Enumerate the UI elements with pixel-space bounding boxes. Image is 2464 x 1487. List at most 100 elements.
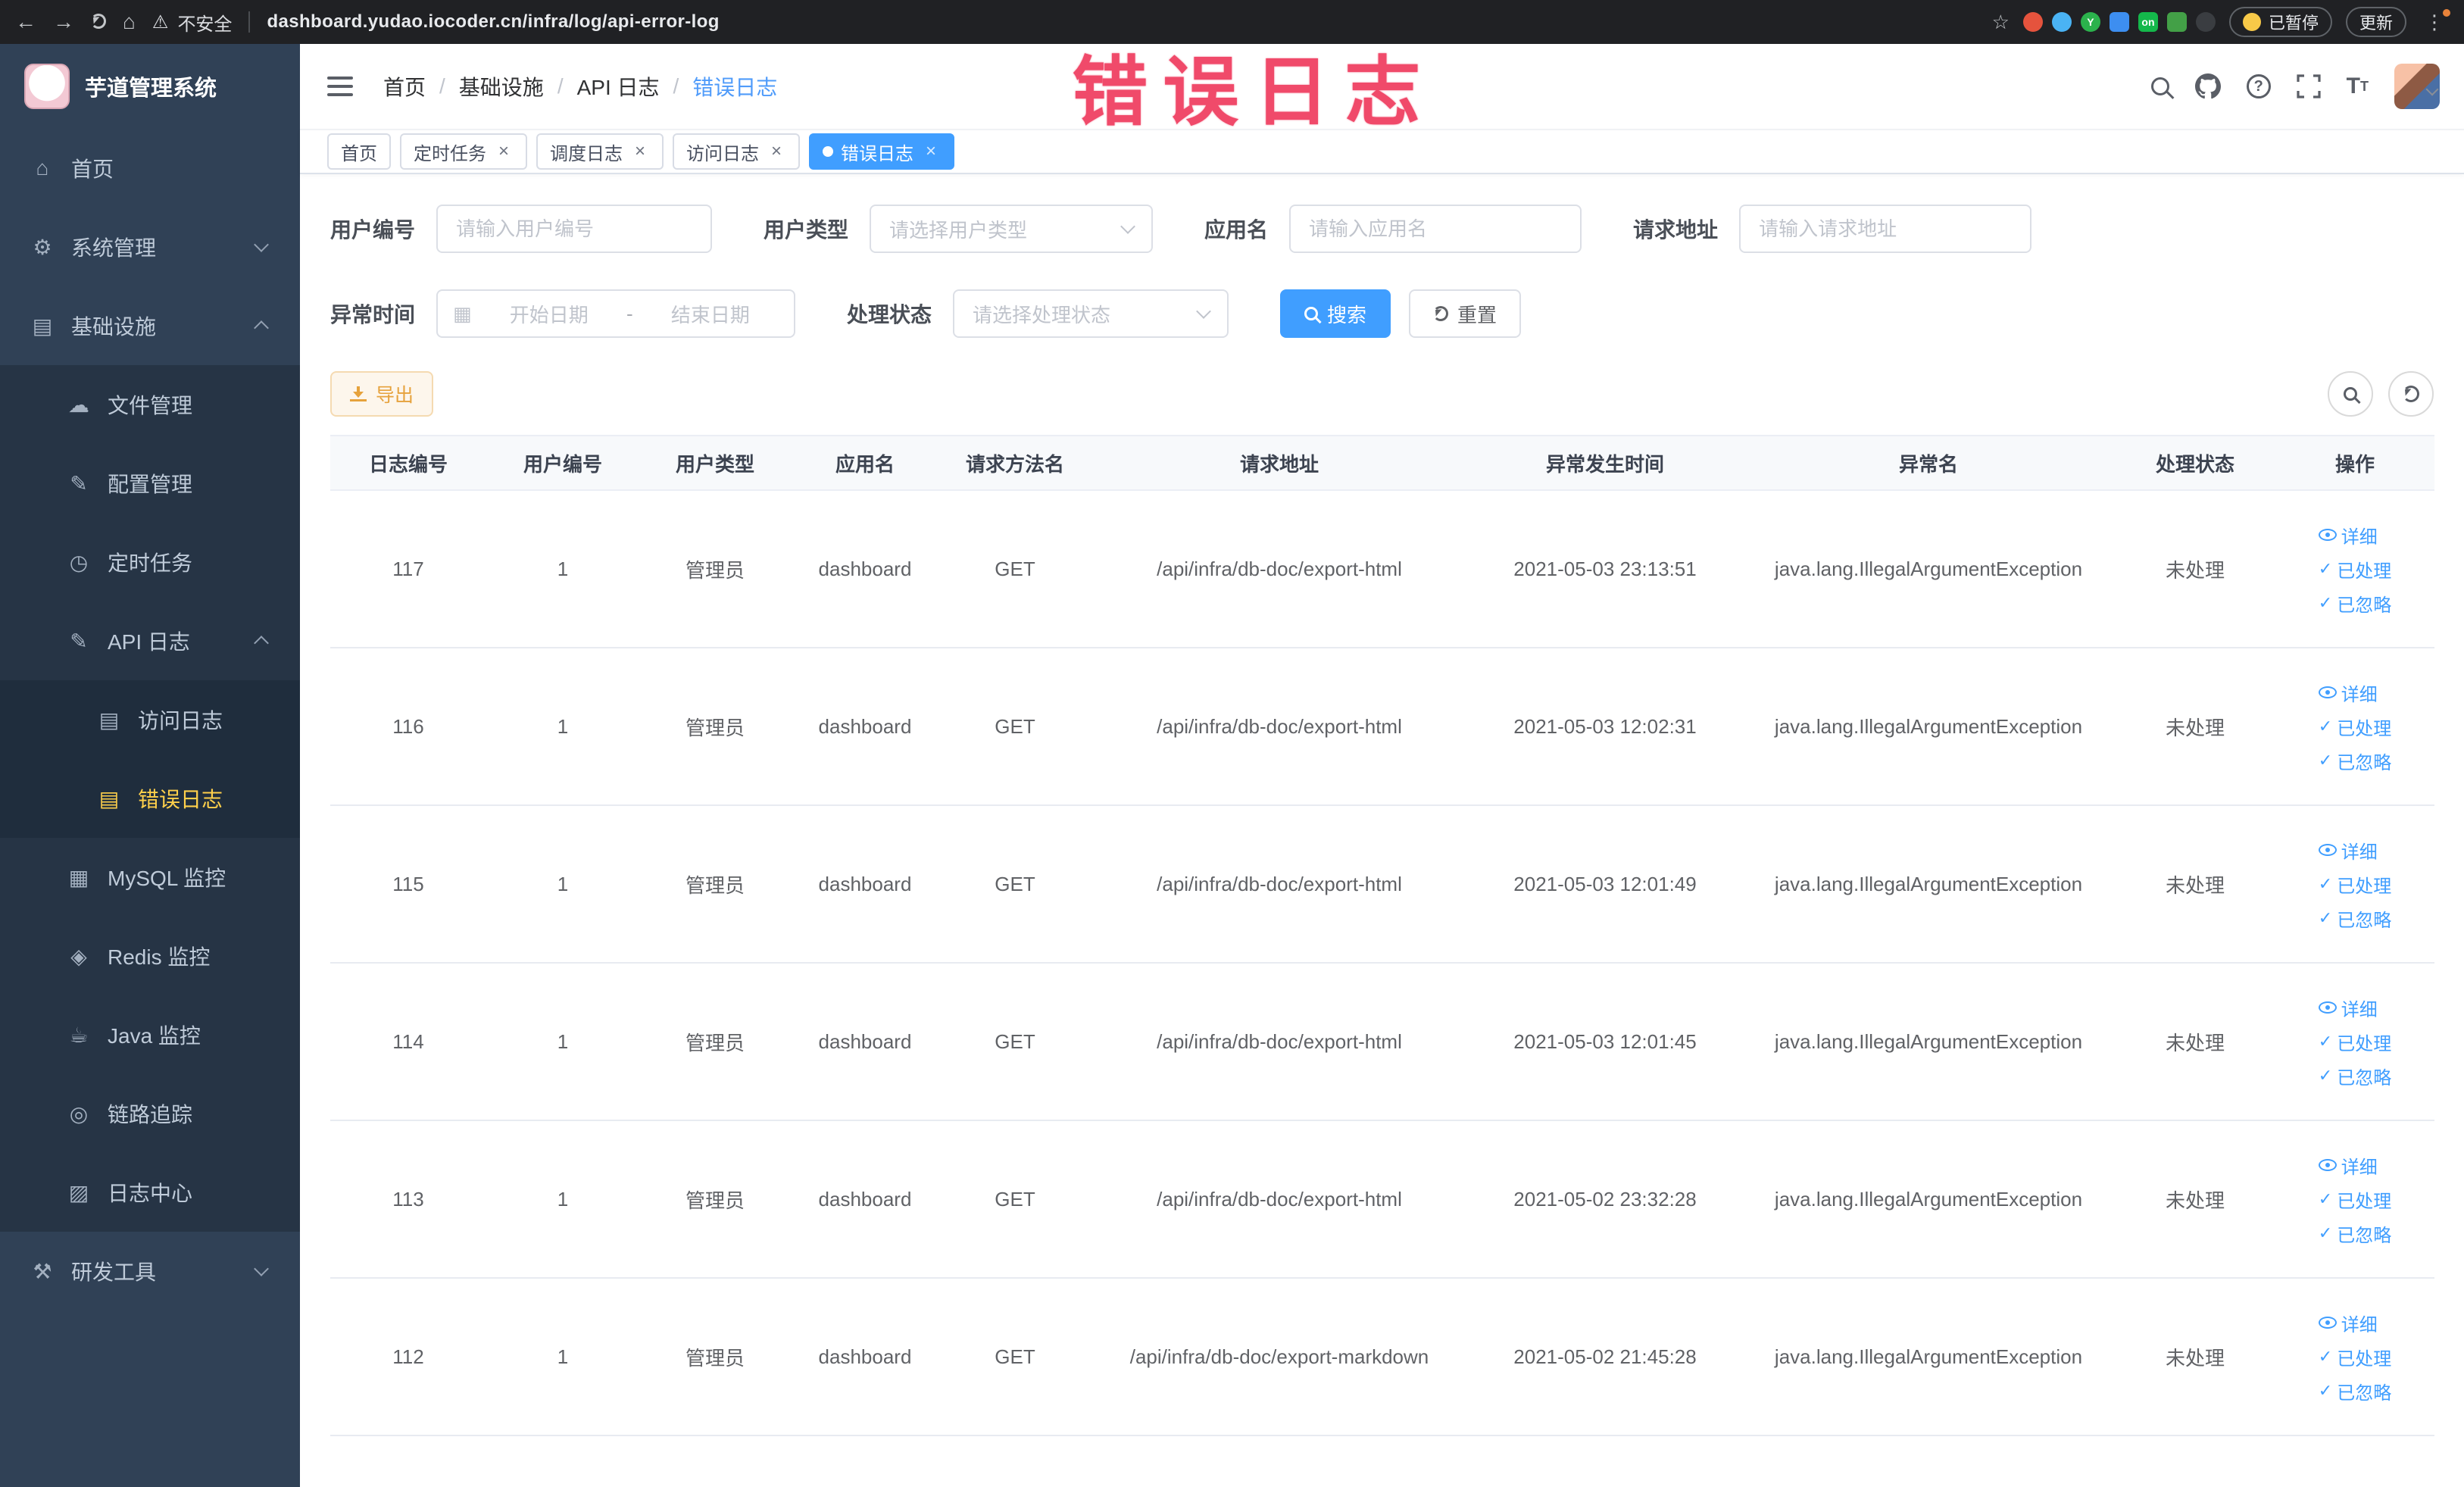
close-icon[interactable]: ×	[767, 142, 786, 161]
request-url-input[interactable]	[1739, 205, 2032, 253]
collapse-sidebar-icon[interactable]	[327, 77, 353, 96]
sidebar-item-home[interactable]: ⌂ 首页	[0, 129, 300, 208]
font-size-icon[interactable]: TT	[2347, 73, 2369, 99]
app-name-input[interactable]	[1289, 205, 1582, 253]
help-icon[interactable]: ?	[2246, 74, 2271, 98]
sidebar-item-error-log[interactable]: ▤ 错误日志	[0, 759, 300, 838]
close-icon[interactable]: ×	[494, 142, 514, 161]
sidebar-item-api-log[interactable]: ✎ API 日志	[0, 601, 300, 680]
extension-pin-icon[interactable]	[2195, 12, 2216, 32]
action-detail-link[interactable]: 详细	[2318, 1310, 2378, 1336]
sidebar-item-label: 系统管理	[71, 236, 157, 260]
action-processed-link[interactable]: ✓ 已处理	[2319, 1029, 2391, 1055]
paused-pill-button[interactable]: 已暂停	[2228, 7, 2332, 37]
search-icon[interactable]	[2150, 77, 2169, 95]
action-processed-link[interactable]: ✓ 已处理	[2319, 556, 2391, 583]
sidebar-item-config-mgmt[interactable]: ✎ 配置管理	[0, 444, 300, 523]
tab-access-log[interactable]: 访问日志 ×	[673, 133, 800, 170]
action-detail-link[interactable]: 详细	[2318, 1152, 2378, 1179]
sidebar-item-file-mgmt[interactable]: ☁ 文件管理	[0, 365, 300, 444]
action-ignored-link[interactable]: ✓ 已忽略	[2319, 1220, 2391, 1247]
extension-orange-icon[interactable]	[2022, 12, 2043, 32]
action-processed-link[interactable]: ✓ 已处理	[2319, 871, 2391, 898]
action-processed-link[interactable]: ✓ 已处理	[2319, 1344, 2391, 1370]
extension-green-y-icon[interactable]: Y	[2080, 12, 2100, 32]
action-detail-link[interactable]: 详细	[2318, 837, 2378, 864]
browser-right-cluster: ☆ Yon 已暂停 更新 ⋮	[1992, 7, 2450, 37]
action-ignored-link[interactable]: ✓ 已忽略	[2319, 590, 2391, 617]
breadcrumb-item[interactable]: 错误日志	[692, 71, 777, 102]
chevron-up-icon	[254, 320, 269, 336]
sidebar-item-java-monitor[interactable]: ☕ Java 监控	[0, 995, 300, 1074]
toggle-search-button[interactable]	[2328, 371, 2373, 417]
extension-blue-grid-icon[interactable]	[2109, 12, 2129, 32]
extension-green-leaf-icon[interactable]	[2166, 12, 2187, 32]
sidebar-item-dev-tools[interactable]: ⚒ 研发工具	[0, 1232, 300, 1310]
exception-time-range-picker[interactable]: ▦ 开始日期 - 结束日期	[436, 289, 796, 338]
home-icon[interactable]: ⌂	[123, 11, 136, 33]
search-button[interactable]: 搜索	[1280, 289, 1391, 338]
logo[interactable]: 芋道管理系统	[0, 44, 300, 129]
forward-icon[interactable]: →	[53, 11, 74, 33]
sidebar-item-label: Java 监控	[108, 1024, 201, 1048]
sidebar-item-redis-monitor[interactable]: ◈ Redis 监控	[0, 917, 300, 995]
extension-blue-drop-icon[interactable]	[2051, 12, 2072, 32]
cell-url: /api/infra/db-doc/export-markdown	[1091, 1278, 1468, 1436]
url-text[interactable]: dashboard.yudao.iocoder.cn/infra/log/api…	[267, 11, 719, 33]
sidebar-item-system-mgmt[interactable]: ⚙ 系统管理	[0, 208, 300, 286]
sidebar-item-infrastructure[interactable]: ▤ 基础设施	[0, 286, 300, 365]
action-processed-link[interactable]: ✓ 已处理	[2319, 714, 2391, 740]
process-status-select[interactable]: 请选择处理状态	[953, 289, 1229, 338]
close-icon[interactable]: ×	[921, 142, 941, 161]
sidebar-item-log-center[interactable]: ▨ 日志中心	[0, 1153, 300, 1232]
sidebar-item-mysql-monitor[interactable]: ▦ MySQL 监控	[0, 838, 300, 917]
action-ignored-link[interactable]: ✓ 已忽略	[2319, 1063, 2391, 1089]
tab-label: 错误日志	[841, 143, 913, 164]
tab-schedule-log[interactable]: 调度日志 ×	[536, 133, 664, 170]
reset-button[interactable]: 重置	[1409, 289, 1522, 338]
action-label: 已处理	[2337, 718, 2392, 739]
close-icon[interactable]: ×	[630, 142, 650, 161]
back-icon[interactable]: ←	[15, 11, 36, 33]
security-chip[interactable]: ⚠ 不安全	[152, 9, 233, 36]
reload-icon[interactable]	[91, 11, 106, 33]
action-label: 详细	[2341, 842, 2378, 863]
action-label: 详细	[2341, 999, 2378, 1020]
tab-error-log[interactable]: 错误日志 ×	[809, 133, 954, 170]
action-detail-link[interactable]: 详细	[2318, 522, 2378, 548]
update-pill-button[interactable]: 更新	[2345, 7, 2406, 37]
check-icon: ✓	[2318, 593, 2333, 612]
action-ignored-link[interactable]: ✓ 已忽略	[2319, 1378, 2391, 1404]
sidebar-item-access-log[interactable]: ▤ 访问日志	[0, 680, 300, 759]
cell-app_name: dashboard	[791, 963, 939, 1121]
sidebar-item-trace[interactable]: ◎ 链路追踪	[0, 1074, 300, 1153]
sidebar-item-scheduled-task[interactable]: ◷ 定时任务	[0, 523, 300, 601]
main-area: 首页 / 基础设施 / API 日志 / 错误日志 ? TT 首页 定时任务 ×…	[300, 44, 2464, 1487]
refresh-button[interactable]	[2388, 371, 2434, 417]
bookmark-star-icon[interactable]: ☆	[1992, 11, 2010, 34]
request-url-label: 请求地址	[1633, 218, 1719, 242]
row-actions: 详细 ✓ 已处理 ✓ 已忽略	[2318, 837, 2391, 932]
action-detail-link[interactable]: 详细	[2318, 995, 2378, 1021]
cell-exception: java.lang.IllegalArgumentException	[1742, 648, 2115, 806]
user-id-input[interactable]	[436, 205, 713, 253]
breadcrumb-item[interactable]: 基础设施	[459, 71, 544, 102]
breadcrumb-item[interactable]: 首页	[383, 71, 426, 102]
tab-scheduled-task[interactable]: 定时任务 ×	[400, 133, 527, 170]
extension-on-badge-icon[interactable]: on	[2138, 12, 2158, 32]
cell-time: 2021-05-02 21:45:28	[1468, 1278, 1742, 1436]
browser-menu-icon[interactable]: ⋮	[2420, 8, 2450, 34]
breadcrumb-separator: /	[439, 74, 445, 98]
action-ignored-link[interactable]: ✓ 已忽略	[2319, 748, 2391, 774]
action-detail-link[interactable]: 详细	[2318, 679, 2378, 706]
action-ignored-link[interactable]: ✓ 已忽略	[2319, 905, 2391, 932]
column-header: 操作	[2275, 435, 2434, 491]
action-processed-link[interactable]: ✓ 已处理	[2319, 1186, 2391, 1213]
refresh-icon	[2403, 386, 2419, 402]
fullscreen-icon[interactable]	[2297, 74, 2321, 98]
export-button[interactable]: 导出	[330, 371, 434, 417]
github-icon[interactable]	[2194, 73, 2221, 99]
breadcrumb-item[interactable]: API 日志	[577, 71, 660, 102]
tab-home[interactable]: 首页	[327, 133, 391, 170]
user-type-select[interactable]: 请选择用户类型	[870, 205, 1154, 253]
